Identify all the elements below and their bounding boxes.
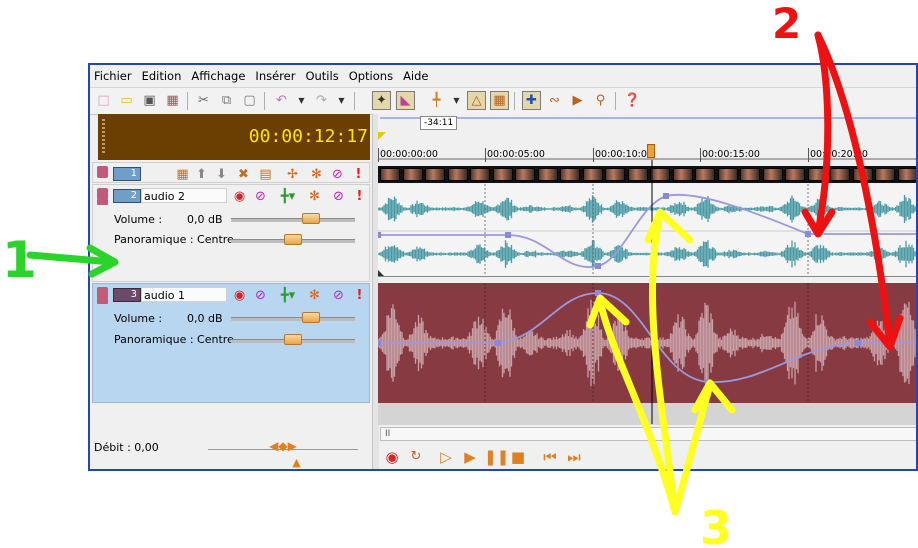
annotation-arrow-yellow-3 (671, 381, 714, 516)
annotation-label-3: 3 (700, 501, 732, 548)
annotation-overlay: 1 2 3 (2, 0, 904, 548)
annotation-arrowhead-yellow-3 (691, 379, 736, 414)
annotation-label-2: 2 (772, 0, 801, 48)
annotation-label-1: 1 (2, 231, 37, 289)
annotation-arrow-red-1 (814, 31, 832, 236)
